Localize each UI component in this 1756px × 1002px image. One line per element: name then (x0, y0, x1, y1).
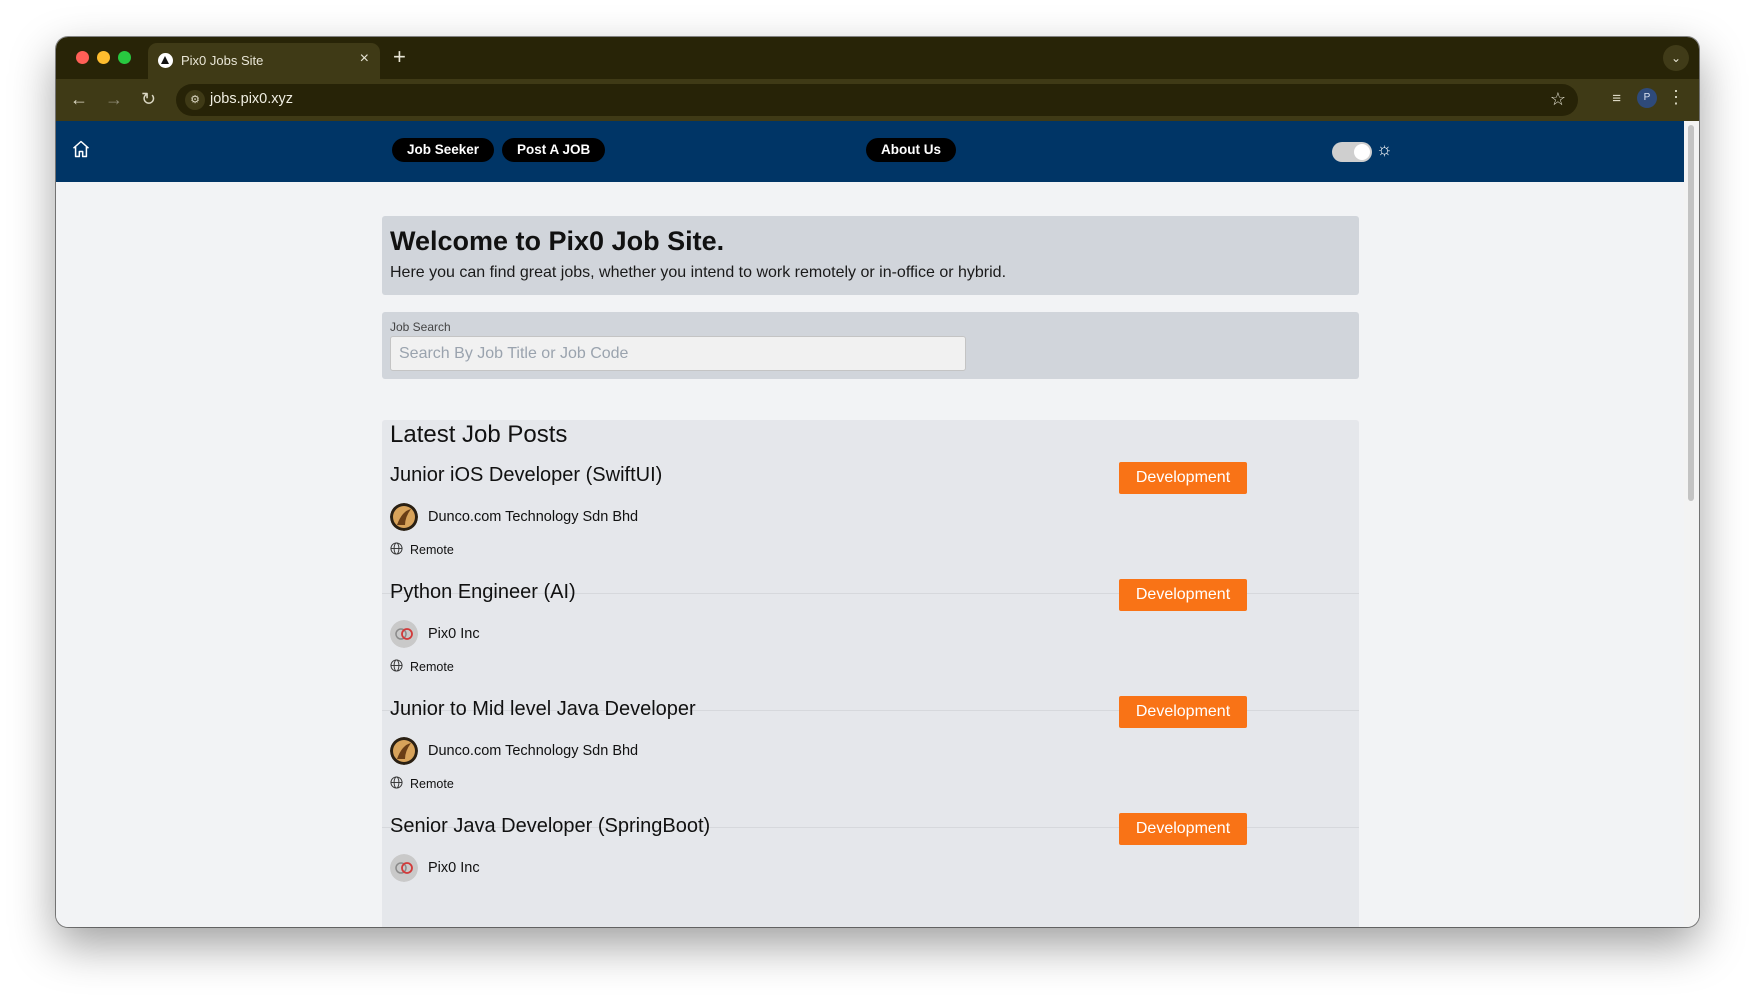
address-bar[interactable]: ⚙ jobs.pix0.xyz ☆ (176, 84, 1578, 116)
back-button[interactable]: ← (70, 89, 88, 110)
browser-menu-icon[interactable]: ⋮ (1667, 87, 1685, 108)
company-name: Pix0 Inc (428, 626, 480, 642)
company-logo-icon (390, 854, 418, 882)
company-logo-icon (390, 737, 418, 765)
category-badge[interactable]: Development (1119, 813, 1247, 845)
section-title: Latest Job Posts (390, 421, 568, 448)
page-title: Welcome to Pix0 Job Site. (390, 226, 725, 256)
company-name: Dunco.com Technology Sdn Bhd (428, 509, 639, 525)
globe-icon (390, 659, 403, 677)
close-window-button[interactable] (76, 51, 89, 64)
page-scrollbar[interactable] (1684, 121, 1699, 927)
tab-close-icon[interactable]: × (360, 50, 369, 68)
job-title[interactable]: Senior Java Developer (SpringBoot) (390, 815, 710, 838)
category-badge[interactable]: Development (1119, 462, 1247, 494)
job-title[interactable]: Junior to Mid level Java Developer (390, 698, 696, 721)
page-subtitle: Here you can find great jobs, whether yo… (390, 264, 1007, 281)
job-post-card[interactable]: Junior to Mid level Java Developer Dunco… (382, 696, 1359, 828)
latest-job-posts: Latest Job Posts Junior iOS Developer (S… (382, 420, 1359, 927)
maximize-window-button[interactable] (118, 51, 131, 64)
window-controls (76, 51, 131, 64)
category-badge[interactable]: Development (1119, 579, 1247, 611)
location-text: Remote (410, 543, 454, 557)
tab-search-button[interactable]: ⌄ (1663, 45, 1689, 71)
url-text[interactable]: jobs.pix0.xyz (210, 91, 293, 107)
about-us-button[interactable]: About Us (866, 138, 956, 162)
theme-toggle[interactable] (1332, 142, 1372, 162)
home-icon[interactable] (71, 139, 91, 164)
company-name: Pix0 Inc (428, 860, 480, 876)
forward-button[interactable]: → (105, 89, 123, 110)
browser-window: Pix0 Jobs Site × + ⌄ ← → ↻ ⚙ jobs.pix0.x… (56, 37, 1699, 927)
search-input[interactable] (390, 336, 966, 371)
profile-avatar[interactable]: P (1637, 88, 1657, 108)
job-title[interactable]: Python Engineer (AI) (390, 581, 576, 604)
company-name: Dunco.com Technology Sdn Bhd (428, 743, 639, 759)
toggle-knob (1354, 144, 1370, 160)
page-viewport: Job Seeker Post A JOB About Us ☼ Welcome… (56, 121, 1684, 927)
job-title[interactable]: Junior iOS Developer (SwiftUI) (390, 464, 662, 487)
browser-toolbar: ← → ↻ ⚙ jobs.pix0.xyz ☆ ≡ P ⋮ (56, 79, 1699, 121)
site-favicon-icon (158, 53, 173, 68)
site-settings-icon[interactable]: ⚙ (185, 90, 205, 110)
job-post-card[interactable]: Python Engineer (AI) Pix0 Inc Remote Dev… (382, 579, 1359, 711)
site-navbar: Job Seeker Post A JOB About Us ☼ (56, 121, 1684, 182)
tab-title: Pix0 Jobs Site (181, 53, 264, 68)
post-job-button[interactable]: Post A JOB (502, 138, 606, 162)
sun-icon: ☼ (1376, 139, 1393, 159)
job-post-card[interactable]: Senior Java Developer (SpringBoot) Pix0 … (382, 813, 1359, 927)
bookmark-star-icon[interactable]: ☆ (1550, 89, 1566, 110)
company-logo-icon (390, 503, 418, 531)
location-text: Remote (410, 777, 454, 791)
reload-button[interactable]: ↻ (141, 89, 156, 110)
company-logo-icon (390, 620, 418, 648)
job-search-panel: Job Search (382, 312, 1359, 379)
globe-icon (390, 776, 403, 794)
location-text: Remote (410, 660, 454, 674)
tab-strip: Pix0 Jobs Site × + ⌄ (56, 37, 1699, 79)
job-seeker-button[interactable]: Job Seeker (392, 138, 495, 162)
new-tab-button[interactable]: + (393, 44, 406, 70)
welcome-banner: Welcome to Pix0 Job Site. Here you can f… (382, 216, 1359, 295)
reading-list-icon[interactable]: ≡ (1612, 90, 1621, 107)
scrollbar-thumb[interactable] (1688, 125, 1694, 501)
job-post-card[interactable]: Junior iOS Developer (SwiftUI) Dunco.com… (382, 462, 1359, 594)
globe-icon (390, 542, 403, 560)
minimize-window-button[interactable] (97, 51, 110, 64)
category-badge[interactable]: Development (1119, 696, 1247, 728)
search-label: Job Search (390, 320, 451, 334)
browser-tab[interactable]: Pix0 Jobs Site × (148, 43, 380, 79)
